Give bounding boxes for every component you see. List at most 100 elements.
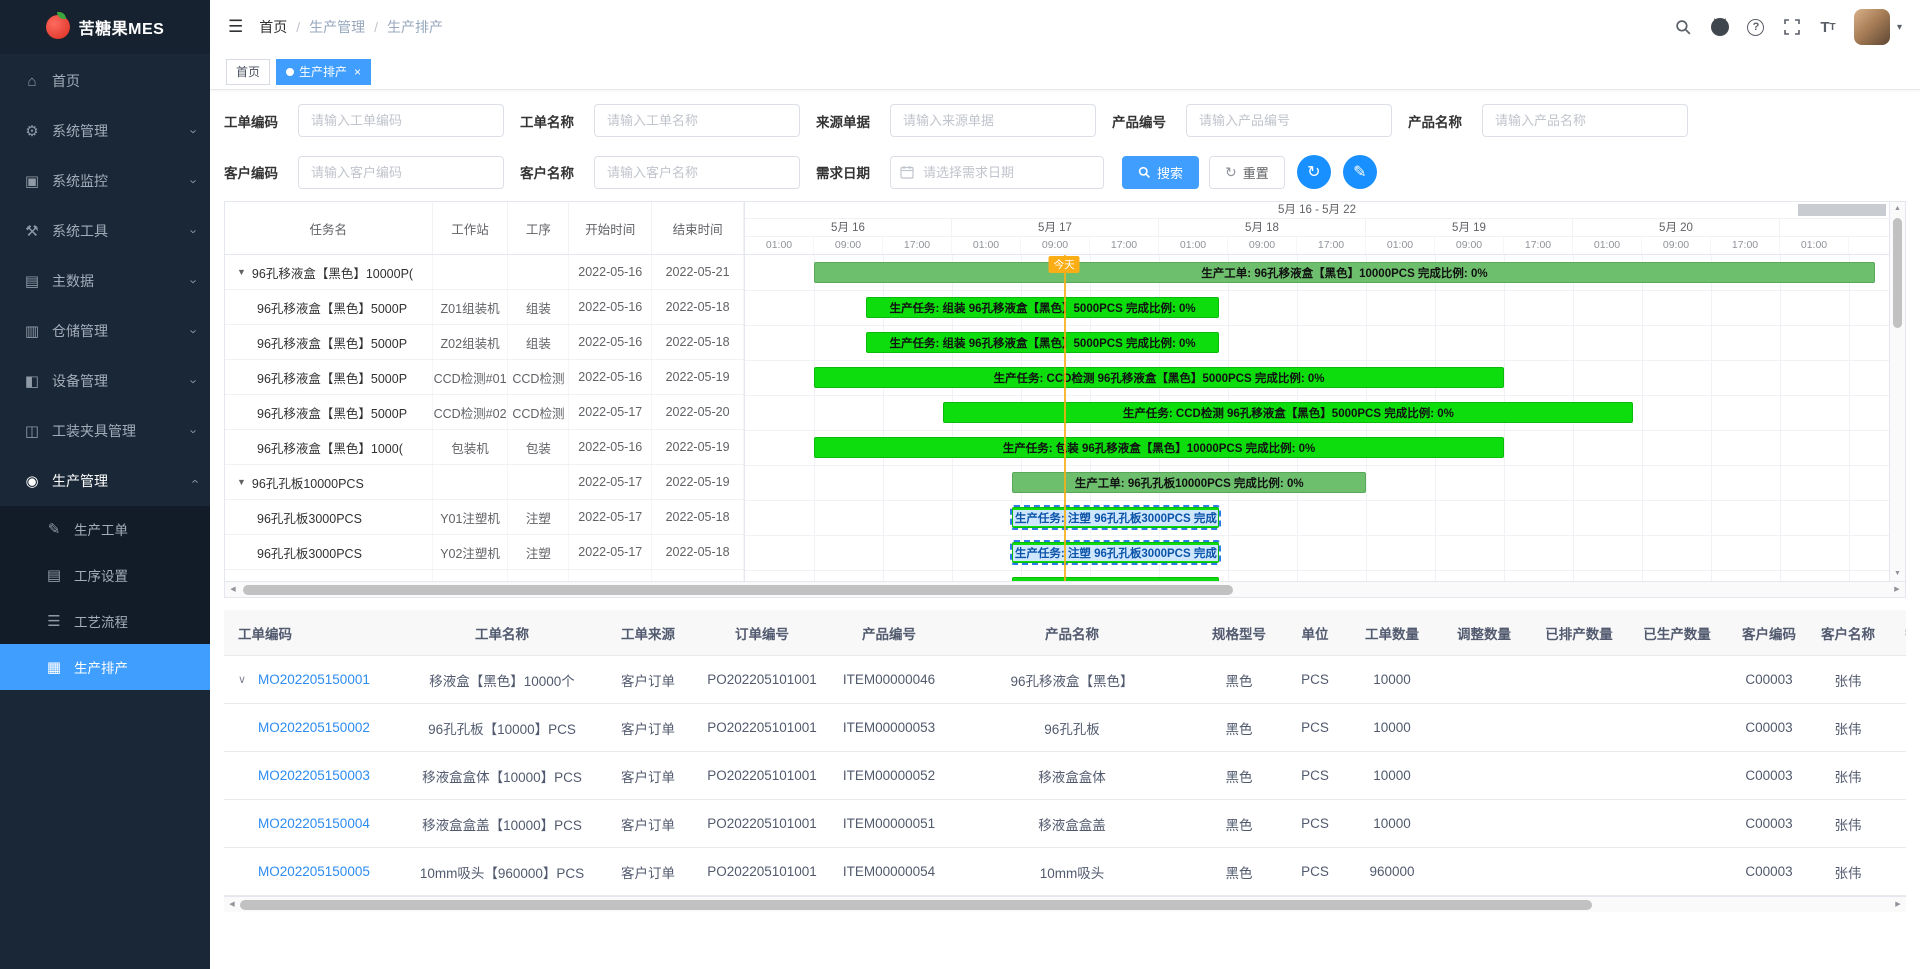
scroll-right-arrow[interactable]: ▶ [1889,582,1905,598]
filter-label: 客户名称 [520,162,580,182]
help-icon[interactable]: ? [1740,10,1772,44]
sidebar-item-master-data[interactable]: ▤主数据› [0,256,210,306]
sidebar-item-system-mgmt[interactable]: ⚙系统管理› [0,106,210,156]
work-order-link[interactable]: MO202205150005 [258,864,370,879]
table-cell: ITEM00000051 [828,800,950,847]
gantt-task-row[interactable]: ▼96孔移液盒【黑色】10000P(2022-05-162022-05-21 [225,255,744,290]
table-row[interactable]: MO202205150003移液盒盒体【10000】PCS客户订单PO20220… [224,752,1906,800]
task-name: 96孔孔板3000PCS [257,543,362,562]
scroll-right-arrow[interactable]: ▶ [1890,897,1906,913]
gantt-bar[interactable]: 生产任务: 注塑 96孔孔板3000PCS 完成 [1012,577,1219,581]
sidebar-item-fixture[interactable]: ◫工装夹具管理› [0,406,210,456]
gantt-hour-label: 17:00 [883,237,952,254]
sidebar-toggle-icon[interactable]: ☰ [228,17,243,37]
close-icon[interactable]: × [354,65,361,79]
gantt-task-row[interactable]: 96孔移液盒【黑色】1000(包装机包装2022-05-162022-05-19 [225,430,744,465]
work-order-link[interactable]: MO202205150004 [258,816,370,831]
search-icon[interactable] [1668,10,1700,44]
product-name-input[interactable] [1482,104,1688,137]
sidebar-item-home[interactable]: ⌂首页 [0,56,210,106]
gantt-hour-label: 01:00 [1159,237,1228,254]
avatar[interactable] [1854,9,1890,45]
sidebar-item-process-setting[interactable]: ▤工序设置 [0,552,210,598]
scrollbar-thumb[interactable] [1893,218,1902,328]
scrollbar-thumb[interactable] [240,900,1592,910]
gantt-bar[interactable]: 生产任务: 包装 96孔移液盒【黑色】10000PCS 完成比例: 0% [814,437,1504,458]
sidebar-item-process-flow[interactable]: ☰工艺流程 [0,598,210,644]
task-cell: 2022-05-17 [569,535,652,569]
gantt-bar[interactable]: 生产任务: 组装 96孔移液盒【黑色】5000PCS 完成比例: 0% [866,332,1220,353]
customer-code-input[interactable] [298,156,504,189]
table-row[interactable]: MO20220515000510mm吸头【960000】PCS客户订单PO202… [224,848,1906,896]
sidebar-item-production[interactable]: ◉生产管理› [0,456,210,506]
gantt-hour-label: 01:00 [1366,237,1435,254]
task-cell: 2022-05-19 [652,465,744,499]
work-order-link[interactable]: MO202205150002 [258,720,370,735]
search-button[interactable]: 搜索 [1122,156,1199,189]
sidebar-item-equipment[interactable]: ◧设备管理› [0,356,210,406]
task-cell: 2022-05-18 [652,325,744,359]
work-order-name-input[interactable] [594,104,800,137]
customer-name-input[interactable] [594,156,800,189]
sidebar-item-warehouse[interactable]: ▥仓储管理› [0,306,210,356]
demand-date-input[interactable] [890,156,1104,189]
gantt-task-row[interactable]: 96孔孔板3000PCSY03注塑机注塑2022-05-172022-05-18 [225,570,744,581]
gantt-bar[interactable]: 生产任务: 组装 96孔移液盒【黑色】5000PCS 完成比例: 0% [866,297,1220,318]
sidebar-item-scheduling[interactable]: ▦生产排产 [0,644,210,690]
chevron-down-icon[interactable]: ▾ [1897,22,1902,33]
sidebar-item-work-order[interactable]: ✎生产工单 [0,506,210,552]
refresh-button[interactable]: ↻ [1297,155,1331,189]
gantt-task-row[interactable]: 96孔移液盒【黑色】5000PZ02组装机组装2022-05-162022-05… [225,325,744,360]
gantt-column-header: 工序 [508,202,569,254]
source-doc-input[interactable] [890,104,1096,137]
product-code-input[interactable] [1186,104,1392,137]
gantt-task-row[interactable]: 96孔孔板3000PCSY01注塑机注塑2022-05-172022-05-18 [225,500,744,535]
gantt-bar[interactable]: 生产工单: 96孔移液盒【黑色】10000PCS 完成比例: 0% [814,262,1875,283]
gantt-header-scrollbar[interactable] [1798,204,1886,216]
caret-down-icon[interactable]: ▼ [237,267,246,277]
caret-down-icon[interactable]: ▼ [237,477,246,487]
scroll-left-arrow[interactable]: ◀ [225,582,241,598]
sidebar-item-system-monitor[interactable]: ▣系统监控› [0,156,210,206]
scrollbar-thumb[interactable] [243,585,1233,595]
task-cell: 组装 [508,325,569,359]
reset-button[interactable]: ↻ 重置 [1209,156,1285,189]
table-row[interactable]: MO20220515000296孔孔板【10000】PCS客户订单PO20220… [224,704,1906,752]
scroll-left-arrow[interactable]: ◀ [224,897,240,913]
chevron-icon: › [186,229,201,233]
filter-label: 来源单据 [816,111,876,131]
gantt-bar[interactable]: 生产任务: 注塑 96孔孔板3000PCS 完成 [1012,507,1219,528]
table-row[interactable]: ∨MO202205150001移液盒【黑色】10000个客户订单PO202205… [224,656,1906,704]
tab-生产排产[interactable]: 生产排产× [276,59,371,85]
table-horizontal-scrollbar[interactable]: ◀ ▶ [224,896,1906,912]
table-row[interactable]: MO202205150004移液盒盒盖【10000】PCS客户订单PO20220… [224,800,1906,848]
breadcrumb-item[interactable]: 生产排产 [387,17,443,37]
gantt-task-row[interactable]: 96孔孔板3000PCSY02注塑机注塑2022-05-172022-05-18 [225,535,744,570]
work-order-link[interactable]: MO202205150003 [258,768,370,783]
edit-button[interactable]: ✎ [1343,155,1377,189]
gantt-task-row[interactable]: 96孔移液盒【黑色】5000PCCD检测#02CCD检测2022-05-1720… [225,395,744,430]
fullscreen-icon[interactable] [1776,10,1808,44]
work-order-link[interactable]: MO202205150001 [258,672,370,687]
gantt-task-row[interactable]: 96孔移液盒【黑色】5000PZ01组装机组装2022-05-162022-05… [225,290,744,325]
work-order-code-input[interactable] [298,104,504,137]
gantt-task-row[interactable]: 96孔移液盒【黑色】5000PCCD检测#01CCD检测2022-05-1620… [225,360,744,395]
github-icon[interactable] [1704,10,1736,44]
gantt-bar[interactable]: 生产任务: 注塑 96孔孔板3000PCS 完成 [1012,542,1219,563]
task-name: 96孔孔板3000PCS [257,508,362,527]
scroll-up-arrow[interactable]: ▲ [1890,202,1905,216]
caret-down-icon[interactable]: ∨ [238,673,250,686]
breadcrumb-item[interactable]: 首页 [259,17,287,37]
gantt-task-row[interactable]: ▼96孔孔板10000PCS2022-05-172022-05-19 [225,465,744,500]
sidebar-item-system-tools[interactable]: ⚒系统工具› [0,206,210,256]
submenu-production: ✎生产工单▤工序设置☰工艺流程▦生产排产 [0,506,210,690]
gantt-vertical-scrollbar[interactable]: ▲ ▼ [1889,202,1905,581]
font-size-icon[interactable]: TT [1812,10,1844,44]
scroll-down-arrow[interactable]: ▼ [1890,567,1905,581]
gantt-bar[interactable]: 生产任务: CCD检测 96孔移液盒【黑色】5000PCS 完成比例: 0% [943,402,1633,423]
sidebar-item-label: 主数据 [52,271,192,291]
gantt-horizontal-scrollbar[interactable]: ◀ ▶ [225,581,1905,597]
breadcrumb-item[interactable]: 生产管理 [309,17,365,37]
gantt-bar[interactable]: 生产任务: CCD检测 96孔移液盒【黑色】5000PCS 完成比例: 0% [814,367,1504,388]
tab-首页[interactable]: 首页 [226,59,270,85]
